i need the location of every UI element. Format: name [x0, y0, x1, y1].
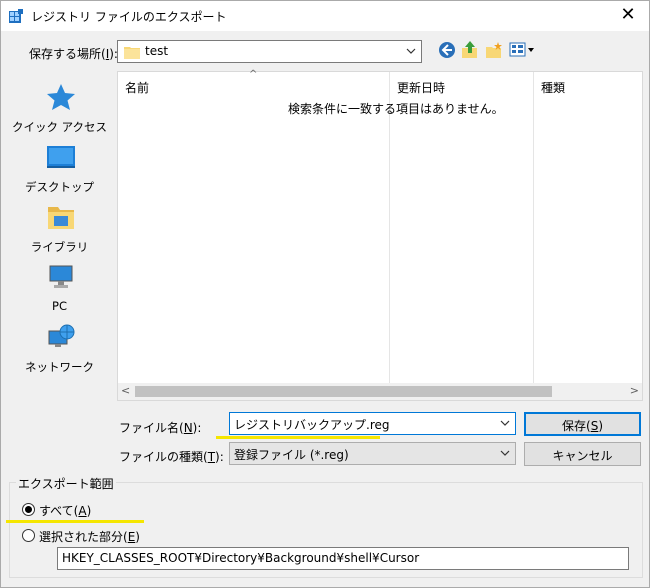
- filetype-value: 登録ファイル (*.reg): [234, 448, 349, 462]
- save-button[interactable]: 保存(S): [524, 412, 641, 436]
- place-label: ライブラリ: [30, 240, 89, 254]
- file-list[interactable]: 名前 ^ 更新日時 種類 検索条件に一致する項目はありません。 < >: [117, 69, 643, 401]
- cancel-button[interactable]: キャンセル: [524, 442, 641, 466]
- view-menu-icon[interactable]: [509, 42, 535, 58]
- star-icon: [47, 84, 75, 110]
- place-label: クイック アクセス: [11, 120, 108, 134]
- export-range-title: エクスポート範囲: [16, 475, 116, 492]
- place-network[interactable]: ネットワーク: [6, 315, 113, 375]
- regedit-icon: [9, 9, 23, 23]
- horizontal-scrollbar[interactable]: < >: [118, 383, 642, 400]
- column-type[interactable]: 種類: [534, 72, 642, 98]
- sort-arrow-icon: ^: [249, 69, 258, 80]
- chevron-down-icon[interactable]: [499, 446, 511, 460]
- scroll-right-icon[interactable]: >: [630, 384, 639, 397]
- radio-selected[interactable]: [22, 529, 35, 542]
- chevron-down-icon[interactable]: [499, 416, 511, 430]
- place-desktop[interactable]: デスクトップ: [6, 135, 113, 195]
- new-folder-icon[interactable]: [485, 41, 503, 59]
- location-label: 保存する場所(I):: [29, 47, 118, 61]
- filetype-label: ファイルの種類(T):: [119, 450, 224, 464]
- save-label: 保存(S): [562, 419, 603, 433]
- close-button[interactable]: ✕: [617, 5, 639, 25]
- column-label: 名前: [125, 81, 150, 95]
- column-modified[interactable]: 更新日時: [390, 72, 534, 98]
- place-pc[interactable]: PC: [6, 255, 113, 315]
- column-label: 更新日時: [397, 81, 446, 95]
- place-label: デスクトップ: [25, 180, 94, 194]
- place-label: ネットワーク: [25, 360, 94, 374]
- column-name[interactable]: 名前 ^: [118, 69, 389, 98]
- radio-all[interactable]: [22, 503, 35, 516]
- place-library[interactable]: ライブラリ: [6, 195, 113, 255]
- empty-message: 検索条件に一致する項目はありません。: [288, 102, 504, 116]
- places-bar: クイック アクセス デスクトップ ライブラリ PC ネットワーク: [6, 67, 113, 401]
- yellow-highlight-all: [6, 520, 144, 523]
- filename-value: レジストリバックアップ.reg: [234, 418, 390, 432]
- pc-icon: [49, 265, 73, 288]
- back-arrow-icon[interactable]: [438, 41, 456, 59]
- network-icon: [48, 324, 75, 347]
- location-combo[interactable]: test: [117, 40, 422, 63]
- selected-key-value: HKEY_CLASSES_ROOT¥Directory¥Background¥s…: [62, 551, 420, 565]
- filetype-combo[interactable]: 登録ファイル (*.reg): [229, 442, 516, 465]
- up-folder-icon[interactable]: [461, 40, 479, 59]
- cancel-label: キャンセル: [552, 449, 613, 463]
- title-bar: レジストリ ファイルのエクスポート ✕: [1, 1, 649, 31]
- filename-label: ファイル名(N):: [119, 421, 202, 435]
- window-title: レジストリ ファイルのエクスポート: [31, 10, 227, 24]
- desktop-icon: [47, 146, 75, 168]
- location-value: test: [145, 44, 169, 58]
- scroll-thumb[interactable]: [135, 386, 552, 397]
- folder-icon: [124, 47, 140, 59]
- column-divider[interactable]: [389, 72, 390, 384]
- export-dialog: レジストリ ファイルのエクスポート ✕ 保存する場所(I): test クイック…: [0, 0, 650, 588]
- radio-selected-label[interactable]: 選択された部分(E): [39, 528, 140, 545]
- place-quick-access[interactable]: クイック アクセス: [6, 75, 113, 135]
- library-icon: [48, 207, 74, 229]
- filename-combo[interactable]: レジストリバックアップ.reg: [229, 412, 516, 435]
- selected-key-field[interactable]: HKEY_CLASSES_ROOT¥Directory¥Background¥s…: [57, 547, 629, 570]
- place-label: PC: [52, 299, 67, 313]
- column-divider[interactable]: [533, 72, 534, 384]
- chevron-down-icon: [406, 48, 416, 54]
- yellow-highlight-filename: [216, 436, 380, 439]
- column-label: 種類: [541, 81, 566, 95]
- scroll-left-icon[interactable]: <: [121, 384, 130, 397]
- radio-all-label[interactable]: すべて(A): [39, 502, 91, 519]
